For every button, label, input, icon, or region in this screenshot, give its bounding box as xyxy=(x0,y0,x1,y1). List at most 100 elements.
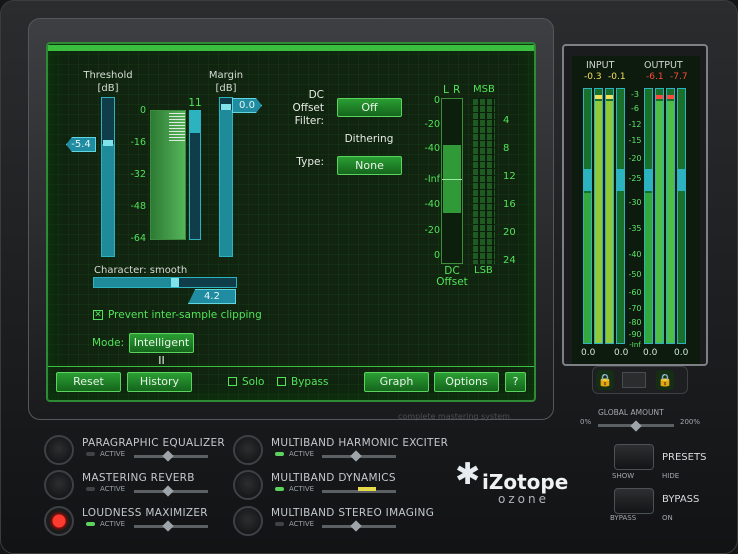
bit-tick: 20 xyxy=(503,227,516,238)
tagline: complete mastering system xyxy=(398,412,510,421)
stereo-imaging-power-button[interactable] xyxy=(233,506,263,536)
output-label: OUTPUT xyxy=(644,60,683,71)
io-tick: -30 xyxy=(628,198,642,207)
product-name: ozone xyxy=(498,492,549,506)
bit-meter xyxy=(473,98,495,264)
input-link-lock-icon[interactable]: 🔒 xyxy=(596,370,614,390)
margin-slider[interactable] xyxy=(219,97,233,257)
active-led[interactable] xyxy=(86,487,95,491)
presets-hide-label: HIDE xyxy=(662,472,680,480)
output-trim-meter xyxy=(644,88,653,344)
help-button[interactable]: ? xyxy=(505,372,526,392)
global-amount-max: 200% xyxy=(680,418,701,426)
dc-offset-label: Offset xyxy=(292,102,324,114)
bit-tick: 24 xyxy=(503,255,516,266)
gr-tick: -32 xyxy=(130,169,146,180)
reset-button[interactable]: Reset xyxy=(56,372,121,392)
active-label: ACTIVE xyxy=(289,450,315,458)
active-label: ACTIVE xyxy=(100,485,126,493)
mastering-reverb-power-button[interactable] xyxy=(44,470,74,500)
output-link-lock-icon[interactable]: 🔒 xyxy=(656,370,674,390)
output-readout-r: 0.0 xyxy=(674,348,689,358)
module-name: LOUDNESS MAXIMIZER xyxy=(82,507,208,519)
io-tick: -70 xyxy=(628,304,642,313)
module-mix-slider[interactable] xyxy=(322,520,396,532)
io-tick: -25 xyxy=(628,174,642,183)
input-readout-l: 0.0 xyxy=(581,348,596,358)
prevent-clipping-checkbox[interactable]: ✕ xyxy=(93,310,103,320)
active-led[interactable] xyxy=(275,522,284,526)
dither-tick: 0 xyxy=(433,250,440,261)
dither-meter-l-label: L xyxy=(443,84,449,96)
mode-button[interactable]: Intelligent II xyxy=(129,333,194,367)
margin-value[interactable]: 0.0 xyxy=(232,98,262,113)
threshold-slider[interactable] xyxy=(101,97,115,257)
io-tick: -60 xyxy=(628,288,642,297)
bit-tick: 8 xyxy=(503,143,510,154)
paragraphic-eq-power-button[interactable] xyxy=(44,435,74,465)
bit-tick: 4 xyxy=(503,115,510,126)
module-name: MULTIBAND STEREO IMAGING xyxy=(271,507,435,519)
presets-show-label: SHOW xyxy=(612,472,635,480)
active-label: ACTIVE xyxy=(289,520,315,528)
active-led[interactable] xyxy=(86,522,95,526)
threshold-label: Threshold xyxy=(83,70,133,81)
gr-tick: -48 xyxy=(130,201,146,212)
global-amount-slider[interactable] xyxy=(598,420,674,432)
msb-label: MSB xyxy=(473,84,495,95)
solo-checkbox[interactable] xyxy=(228,377,237,386)
gr-tick: -16 xyxy=(130,137,146,148)
dithering-label: Dithering xyxy=(344,133,394,145)
module-mix-slider[interactable] xyxy=(134,520,208,532)
input-trim-meter xyxy=(616,88,625,344)
input-readout-r: 0.0 xyxy=(614,348,629,358)
dither-type-button[interactable]: None xyxy=(337,156,402,175)
global-bypass-button[interactable] xyxy=(614,488,654,514)
character-value[interactable]: 4.2 xyxy=(188,289,236,304)
module-name: MULTIBAND DYNAMICS xyxy=(271,472,396,484)
active-led[interactable] xyxy=(86,452,95,456)
options-button[interactable]: Options xyxy=(434,372,499,392)
active-label: ACTIVE xyxy=(100,520,126,528)
loudness-maximizer-power-button[interactable] xyxy=(44,506,74,536)
mode-label: Mode: xyxy=(92,337,125,349)
harmonic-exciter-power-button[interactable] xyxy=(233,435,263,465)
offset-label-bottom: Offset xyxy=(436,276,468,288)
module-mix-slider[interactable] xyxy=(134,485,208,497)
margin-unit: [dB] xyxy=(215,83,237,94)
module-mix-slider[interactable] xyxy=(322,487,396,493)
io-tick: -20 xyxy=(628,154,642,163)
output-trim2-meter xyxy=(677,88,686,344)
io-tick: -6 xyxy=(631,104,639,113)
active-led[interactable] xyxy=(275,487,284,491)
margin-label: Margin xyxy=(208,70,244,81)
gain-reduction-meter xyxy=(150,110,186,240)
brand-name: iZotope xyxy=(482,470,569,494)
dither-tick: -40 xyxy=(424,199,440,210)
bypass-checkbox[interactable] xyxy=(277,377,286,386)
stereo-link-icon[interactable] xyxy=(622,372,646,388)
presets-button[interactable] xyxy=(614,444,654,470)
io-tick: -40 xyxy=(628,250,642,259)
dither-tick: 0 xyxy=(433,95,440,106)
io-tick: -35 xyxy=(628,224,642,233)
output-peak-l: -6.1 xyxy=(646,72,664,82)
graph-button[interactable]: Graph xyxy=(364,372,429,392)
prevent-clipping-label: Prevent inter-sample clipping xyxy=(108,309,262,321)
output-l-meter xyxy=(655,88,664,344)
io-tick: -90 xyxy=(628,330,642,339)
module-mix-slider[interactable] xyxy=(134,450,208,462)
dc-filter-button[interactable]: Off xyxy=(337,98,402,117)
io-tick: -3 xyxy=(631,90,639,99)
dither-tick: -20 xyxy=(424,119,440,130)
multiband-dynamics-power-button[interactable] xyxy=(233,470,263,500)
active-led[interactable] xyxy=(275,452,284,456)
screen-top-bar xyxy=(48,45,534,51)
dither-tick: -40 xyxy=(424,143,440,154)
threshold-value[interactable]: -5.4 xyxy=(66,137,96,152)
history-button[interactable]: History xyxy=(127,372,192,392)
input-peak-r: -0.1 xyxy=(608,72,626,82)
module-mix-slider[interactable] xyxy=(322,450,396,462)
bypass-state-label: BYPASS xyxy=(610,514,637,522)
character-slider[interactable] xyxy=(93,277,237,288)
